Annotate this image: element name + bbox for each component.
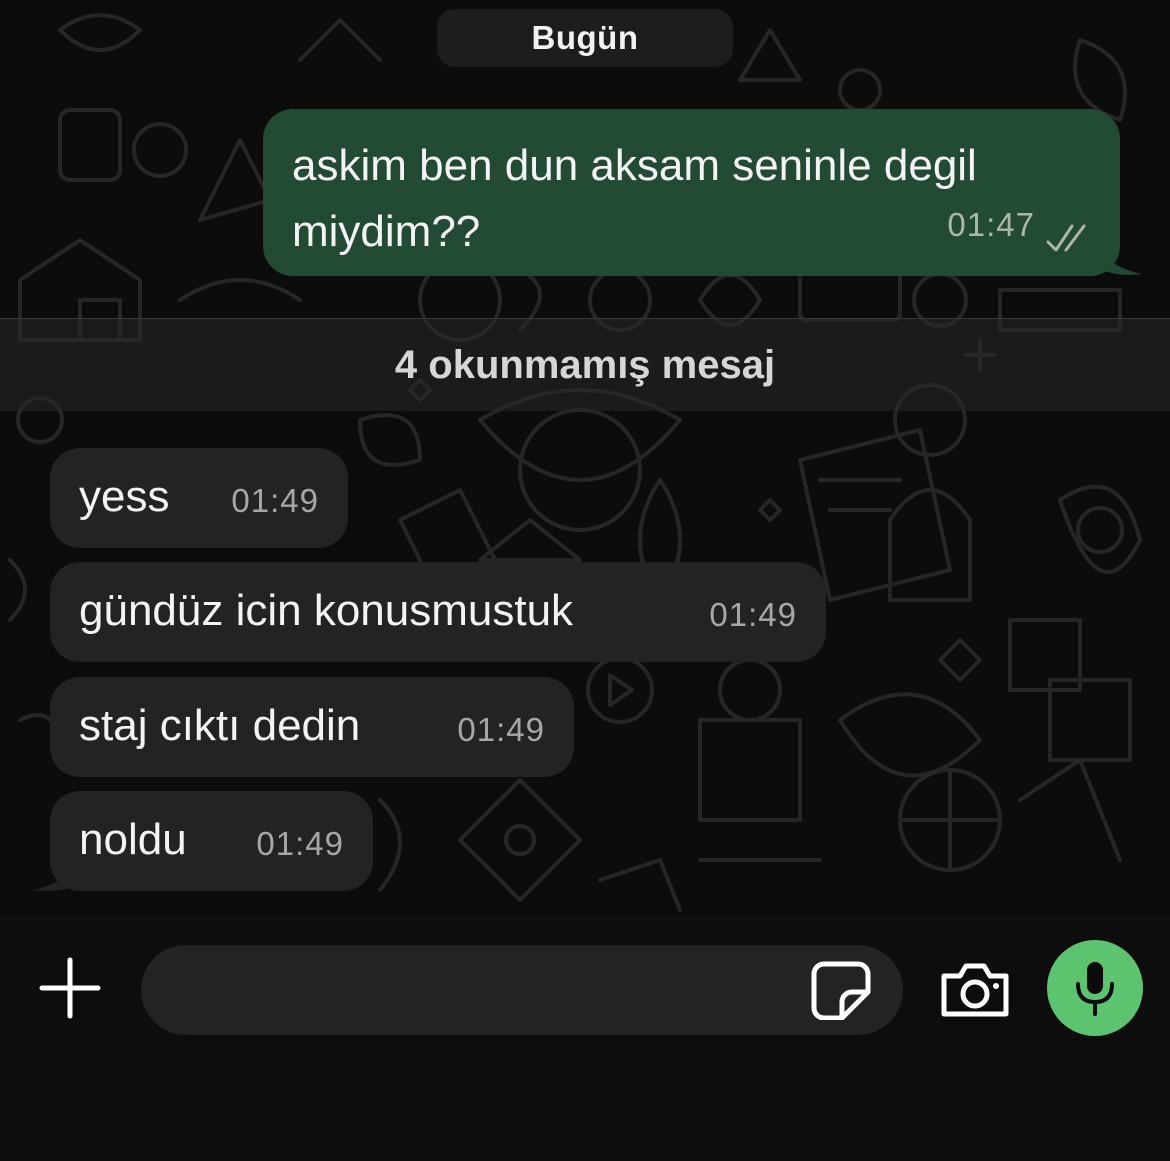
message-time: 01:47	[947, 206, 1035, 243]
message-input[interactable]	[141, 945, 903, 1035]
incoming-message[interactable]: noldu 01:49	[50, 791, 373, 891]
plus-icon[interactable]	[38, 956, 102, 1020]
chat-area[interactable]: Bugün askim ben dun aksam seninle degil …	[0, 0, 1170, 915]
sticker-icon[interactable]	[810, 960, 872, 1020]
incoming-message[interactable]: staj cıktı dedin 01:49	[50, 677, 574, 777]
double-check-icon	[1046, 224, 1086, 252]
incoming-message[interactable]: yess 01:49	[50, 448, 348, 548]
message-time: 01:49	[709, 596, 797, 633]
message-text: gündüz icin konusmustuk	[79, 586, 574, 635]
message-text: staj cıktı dedin	[79, 701, 361, 750]
message-text: yess	[79, 472, 170, 521]
microphone-button[interactable]	[1047, 940, 1143, 1036]
date-divider: Bugün	[437, 9, 733, 67]
message-time: 01:49	[256, 825, 344, 862]
outgoing-message[interactable]: askim ben dun aksam seninle degil miydim…	[263, 109, 1120, 276]
message-text: noldu	[79, 815, 187, 864]
microphone-icon	[1076, 962, 1114, 1016]
date-label: Bugün	[531, 19, 639, 56]
incoming-message[interactable]: gündüz icin konusmustuk 01:49	[50, 562, 826, 662]
unread-messages-divider: 4 okunmamış mesaj	[0, 318, 1170, 411]
message-time: 01:49	[231, 482, 319, 519]
unread-label: 4 okunmamış mesaj	[394, 342, 776, 387]
message-time: 01:49	[457, 711, 545, 748]
camera-icon[interactable]	[938, 960, 1012, 1020]
